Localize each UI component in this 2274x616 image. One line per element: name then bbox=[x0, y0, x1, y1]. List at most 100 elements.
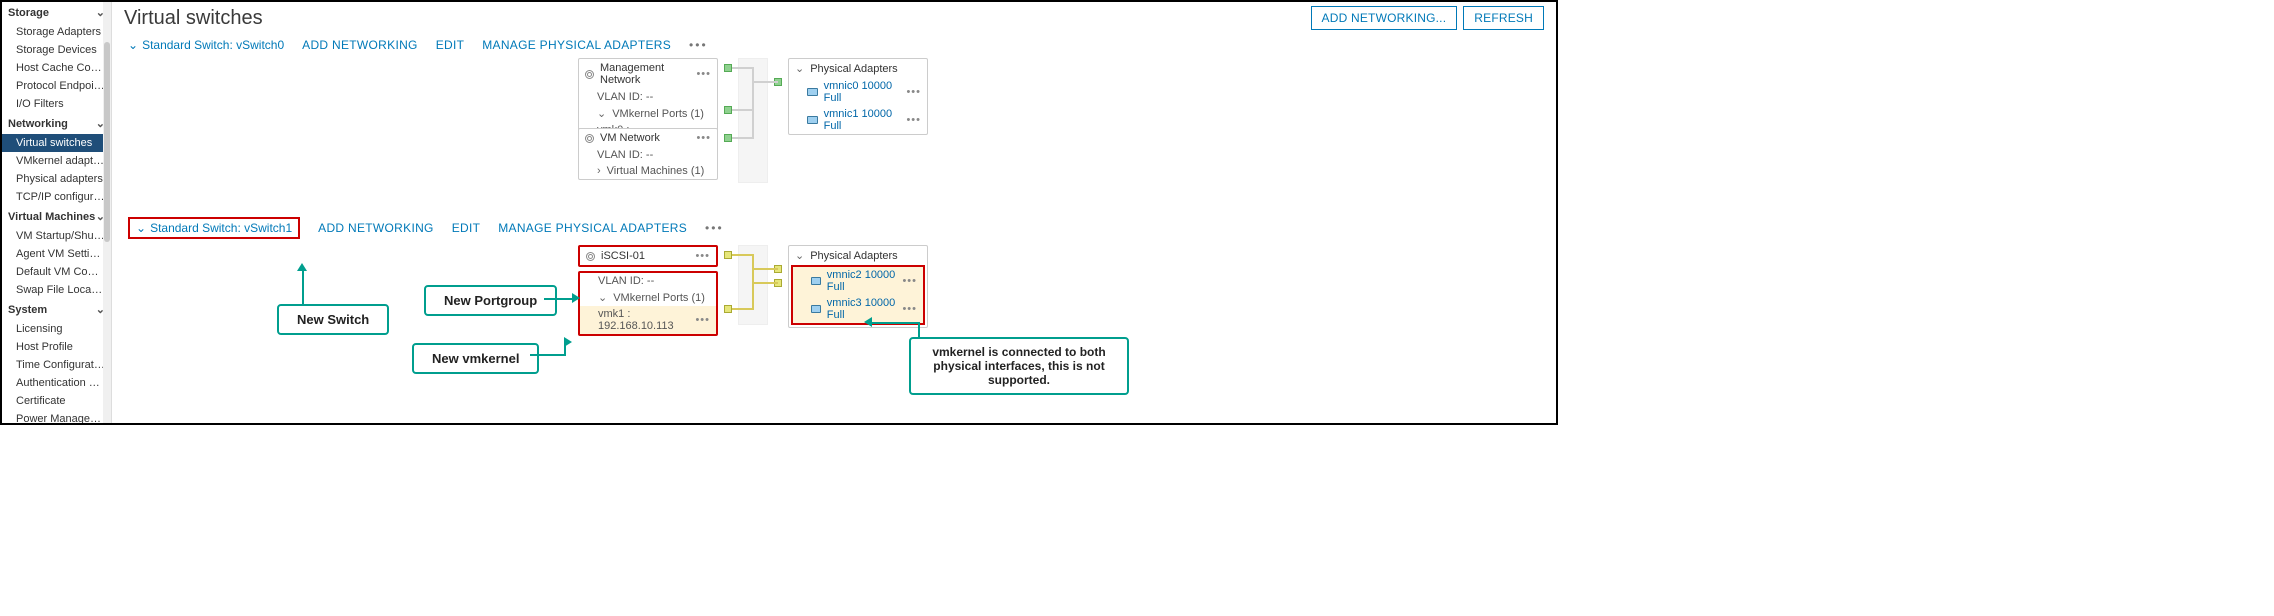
physical-adapters-title: Physical Adapters bbox=[810, 63, 897, 75]
vlan-id: VLAN ID: -- bbox=[579, 89, 717, 105]
arrow-icon bbox=[572, 293, 580, 303]
vmnic0-row[interactable]: vmnic0 10000 Full ••• bbox=[789, 78, 927, 106]
nic-icon bbox=[807, 116, 818, 124]
vms-expander[interactable]: ›Virtual Machines (1) bbox=[579, 163, 717, 179]
vswitch1-manage-adapters[interactable]: MANAGE PHYSICAL ADAPTERS bbox=[498, 221, 687, 235]
annotation-line bbox=[918, 322, 920, 338]
sidebar-item-power-management[interactable]: Power Management bbox=[2, 410, 111, 423]
sidebar-section-networking[interactable]: Networking⌄ bbox=[2, 113, 111, 134]
portgroup-icon bbox=[586, 252, 595, 261]
nic-icon bbox=[807, 88, 818, 96]
callout-new-switch: New Switch bbox=[277, 304, 389, 335]
chevron-down-icon: ⌄ bbox=[136, 221, 146, 235]
uplink-dot bbox=[724, 64, 732, 72]
vlan-id: VLAN ID: -- bbox=[580, 273, 716, 289]
vswitch1-add-networking[interactable]: ADD NETWORKING bbox=[318, 221, 434, 235]
chevron-down-icon[interactable]: ⌄ bbox=[795, 249, 804, 262]
sidebar-item-physical-adapters[interactable]: Physical adapters bbox=[2, 170, 111, 188]
sidebar-item-vm-startup-shutdown[interactable]: VM Startup/Shutdown bbox=[2, 227, 111, 245]
more-icon[interactable]: ••• bbox=[902, 303, 917, 315]
sidebar-section-virtual-machines[interactable]: Virtual Machines⌄ bbox=[2, 206, 111, 227]
portgroup-name: Management Network bbox=[600, 62, 690, 86]
vmk1-row[interactable]: vmk1 : 192.168.10.113 ••• bbox=[580, 306, 716, 334]
nic-label: vmnic0 10000 Full bbox=[824, 80, 901, 104]
vswitch1-title[interactable]: ⌄ Standard Switch: vSwitch1 bbox=[128, 217, 300, 239]
page-title: Virtual switches bbox=[124, 7, 1311, 30]
sidebar-item-licensing[interactable]: Licensing bbox=[2, 320, 111, 338]
sidebar-item-storage-devices[interactable]: Storage Devices bbox=[2, 41, 111, 59]
vmnic3-row[interactable]: vmnic3 10000 Full ••• bbox=[793, 295, 923, 323]
portgroup-iscsi[interactable]: iSCSI-01 ••• bbox=[578, 245, 718, 267]
vmkernel-ports-box: VLAN ID: -- ⌄VMkernel Ports (1) vmk1 : 1… bbox=[578, 271, 718, 336]
chevron-down-icon: ⌄ bbox=[128, 38, 138, 52]
more-icon[interactable]: ••• bbox=[696, 132, 711, 144]
vswitch0-edit[interactable]: EDIT bbox=[436, 38, 465, 52]
portgroup-name: VM Network bbox=[600, 132, 690, 144]
sidebar-item-time-configuration[interactable]: Time Configuration bbox=[2, 356, 111, 374]
vmk1-text: vmk1 : 192.168.10.113 bbox=[598, 308, 691, 332]
section-label: Storage bbox=[8, 7, 49, 19]
vmkernel-ports-label: VMkernel Ports (1) bbox=[612, 108, 704, 120]
vmnic2-row[interactable]: vmnic2 10000 Full ••• bbox=[793, 267, 923, 295]
sidebar-item-vmkernel-adapters[interactable]: VMkernel adapters bbox=[2, 152, 111, 170]
sidebar-item-host-profile[interactable]: Host Profile bbox=[2, 338, 111, 356]
portgroup-vm-network[interactable]: VM Network ••• VLAN ID: -- ›Virtual Mach… bbox=[578, 128, 718, 180]
portgroup-icon bbox=[585, 134, 594, 143]
more-icon[interactable]: ••• bbox=[695, 250, 710, 262]
more-icon[interactable]: ••• bbox=[906, 86, 921, 98]
uplink-dot bbox=[724, 106, 732, 114]
main-panel: Virtual switches ADD NETWORKING... REFRE… bbox=[112, 2, 1556, 423]
vswitch1-more-icon[interactable]: ••• bbox=[705, 221, 724, 235]
annotation-line bbox=[872, 322, 918, 324]
sidebar-item-protocol-endpoints[interactable]: Protocol Endpoints bbox=[2, 77, 111, 95]
section-label: Networking bbox=[8, 118, 68, 130]
annotation-line bbox=[302, 270, 304, 304]
vswitch0-add-networking[interactable]: ADD NETWORKING bbox=[302, 38, 418, 52]
more-icon[interactable]: ••• bbox=[902, 275, 917, 287]
portgroup-icon bbox=[585, 70, 594, 79]
more-icon[interactable]: ••• bbox=[696, 68, 711, 80]
vmkernel-ports-expander[interactable]: ⌄VMkernel Ports (1) bbox=[580, 289, 716, 306]
nic-icon bbox=[811, 277, 821, 285]
more-icon[interactable]: ••• bbox=[695, 314, 710, 326]
chevron-down-icon[interactable]: ⌄ bbox=[795, 62, 804, 75]
nic-label: vmnic3 10000 Full bbox=[827, 297, 897, 321]
vswitch0-manage-adapters[interactable]: MANAGE PHYSICAL ADAPTERS bbox=[482, 38, 671, 52]
sidebar-section-system[interactable]: System⌄ bbox=[2, 299, 111, 320]
sidebar-item-storage-adapters[interactable]: Storage Adapters bbox=[2, 23, 111, 41]
physical-adapters-1: ⌄ Physical Adapters vmnic2 10000 Full ••… bbox=[788, 245, 928, 328]
sidebar-item-agent-vm-settings[interactable]: Agent VM Settings bbox=[2, 245, 111, 263]
sidebar-item-default-vm-compatibility[interactable]: Default VM Compatibility bbox=[2, 263, 111, 281]
arrow-icon bbox=[297, 263, 307, 271]
sidebar: Storage⌄Storage AdaptersStorage DevicesH… bbox=[2, 2, 112, 423]
callout-new-portgroup: New Portgroup bbox=[424, 285, 557, 316]
physical-adapters-title: Physical Adapters bbox=[810, 250, 897, 262]
vms-label: Virtual Machines (1) bbox=[607, 165, 705, 177]
vmkernel-ports-expander[interactable]: ⌄VMkernel Ports (1) bbox=[579, 105, 717, 122]
sidebar-item-authentication-services[interactable]: Authentication Services bbox=[2, 374, 111, 392]
annotation-line bbox=[544, 298, 574, 300]
vlan-id: VLAN ID: -- bbox=[579, 147, 717, 163]
vswitch1-title-text: Standard Switch: vSwitch1 bbox=[150, 221, 292, 235]
sidebar-section-storage[interactable]: Storage⌄ bbox=[2, 2, 111, 23]
arrow-icon bbox=[564, 337, 572, 347]
vmnic1-row[interactable]: vmnic1 10000 Full ••• bbox=[789, 106, 927, 134]
section-label: Virtual Machines bbox=[8, 211, 95, 223]
nic-icon bbox=[811, 305, 821, 313]
sidebar-scrollbar[interactable] bbox=[103, 2, 111, 423]
sidebar-item-host-cache-configuration[interactable]: Host Cache Configuration bbox=[2, 59, 111, 77]
portgroup-name: iSCSI-01 bbox=[601, 250, 689, 262]
sidebar-item-swap-file-location[interactable]: Swap File Location bbox=[2, 281, 111, 299]
sidebar-item-i-o-filters[interactable]: I/O Filters bbox=[2, 95, 111, 113]
vswitch1-edit[interactable]: EDIT bbox=[452, 221, 481, 235]
vswitch0-block: ⌄ Standard Switch: vSwitch0 ADD NETWORKI… bbox=[112, 30, 1556, 213]
sidebar-scroll-thumb[interactable] bbox=[104, 42, 110, 242]
add-networking-button[interactable]: ADD NETWORKING... bbox=[1311, 6, 1458, 30]
more-icon[interactable]: ••• bbox=[906, 114, 921, 126]
vswitch0-title[interactable]: ⌄ Standard Switch: vSwitch0 bbox=[128, 38, 284, 52]
sidebar-item-certificate[interactable]: Certificate bbox=[2, 392, 111, 410]
vswitch0-more-icon[interactable]: ••• bbox=[689, 38, 708, 52]
sidebar-item-tcp-ip-configuration[interactable]: TCP/IP configuration bbox=[2, 188, 111, 206]
refresh-button[interactable]: REFRESH bbox=[1463, 6, 1544, 30]
sidebar-item-virtual-switches[interactable]: Virtual switches bbox=[2, 134, 111, 152]
